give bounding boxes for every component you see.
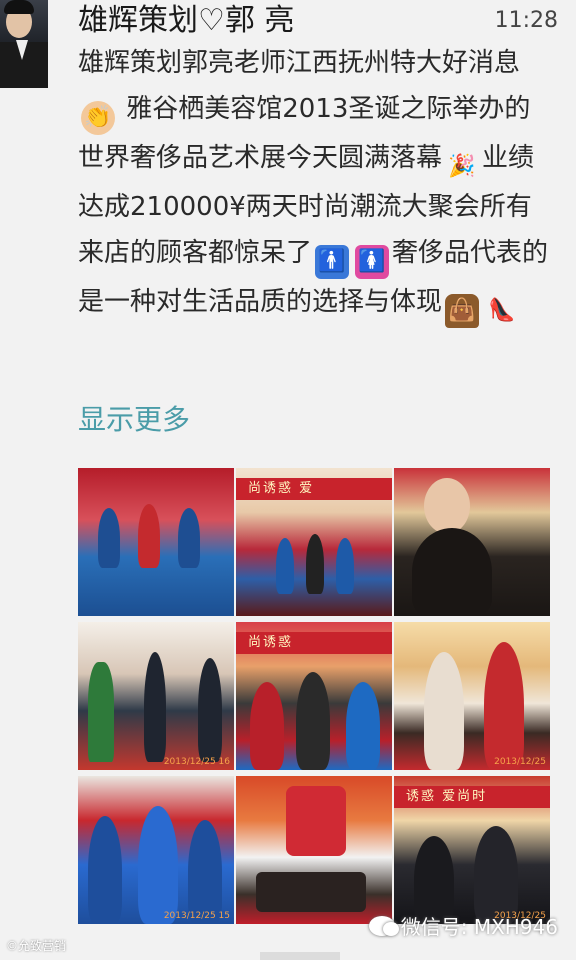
- store-banner: 尚诱惑 爱: [236, 478, 392, 500]
- photo-date-stamp: 2013/12/25 16: [163, 757, 230, 767]
- photo-figure: [256, 872, 366, 912]
- photo-figure: [306, 534, 324, 594]
- photo-8[interactable]: [236, 776, 392, 924]
- photo-figure: [250, 682, 284, 770]
- store-banner-text: 诱惑 爱尚时: [406, 789, 488, 804]
- photo-date-stamp: 2013/12/25: [494, 757, 546, 767]
- party-popper-icon: 🎉: [448, 154, 476, 179]
- photo-figure: [144, 652, 166, 762]
- next-row-partial: [260, 952, 340, 960]
- post-text-part-1: 雄辉策划郭亮老师江西抚州特大好消息: [78, 48, 521, 78]
- store-banner-text: 尚诱惑 爱: [248, 481, 315, 496]
- handbag-icon: 👜: [445, 294, 480, 328]
- photo-grid: 尚诱惑 爱 2013/12/25 16 尚诱惑 2013/12/25 2013/…: [78, 468, 550, 924]
- photo-figure: [188, 820, 222, 924]
- photo-figure: [424, 478, 470, 534]
- photo-figure: [138, 806, 178, 924]
- show-more-link[interactable]: 显示更多: [78, 398, 190, 438]
- store-banner-text: 尚诱惑: [248, 635, 294, 650]
- photo-9[interactable]: 诱惑 爱尚时 2013/12/25: [394, 776, 550, 924]
- photo-figure: [276, 538, 294, 594]
- photo-figure: [98, 508, 120, 568]
- store-banner: 诱惑 爱尚时: [394, 786, 550, 808]
- sender-avatar[interactable]: [0, 0, 48, 88]
- store-banner: 尚诱惑: [236, 632, 392, 654]
- clap-icon: 👏: [81, 101, 115, 135]
- photo-figure: [178, 508, 200, 568]
- photo-figure: [412, 528, 492, 616]
- photo-figure: [424, 652, 464, 770]
- photo-6[interactable]: 2013/12/25: [394, 622, 550, 770]
- photo-figure: [138, 504, 160, 568]
- photo-figure: [474, 826, 518, 924]
- photo-1[interactable]: [78, 468, 234, 616]
- photo-figure: [346, 682, 380, 770]
- photo-figure: [88, 816, 122, 924]
- corner-logo: ©允致营销: [6, 939, 67, 953]
- mens-symbol-icon: 🚹: [315, 245, 350, 279]
- photo-2[interactable]: 尚诱惑 爱: [236, 468, 392, 616]
- post-header: 雄辉策划♡郭 亮 11:28: [78, 2, 558, 42]
- wechat-icon: [368, 915, 399, 936]
- photo-figure: [88, 662, 114, 762]
- photo-date-stamp: 2013/12/25 15: [163, 911, 230, 921]
- photo-figure: [296, 672, 330, 770]
- photo-5[interactable]: 尚诱惑: [236, 622, 392, 770]
- post-text: 雄辉策划郭亮老师江西抚州特大好消息👏 雅谷栖美容馆2013圣诞之际举办的世界奢侈…: [78, 40, 556, 328]
- high-heel-icon: 👠: [488, 298, 516, 323]
- wechat-watermark: 微信号: MXH946: [368, 911, 558, 940]
- photo-figure: [484, 642, 524, 770]
- photo-figure: [336, 538, 354, 594]
- post-time: 11:28: [494, 8, 558, 33]
- womens-symbol-icon: 🚺: [355, 245, 390, 279]
- photo-figure: [198, 658, 222, 762]
- avatar-hair: [4, 0, 34, 14]
- photo-7[interactable]: 2013/12/25 15: [78, 776, 234, 924]
- photo-4[interactable]: 2013/12/25 16: [78, 622, 234, 770]
- photo-3[interactable]: [394, 468, 550, 616]
- photo-figure: [286, 786, 346, 856]
- watermark-text: 微信号: MXH946: [400, 915, 558, 939]
- sender-name[interactable]: 雄辉策划♡郭 亮: [78, 2, 294, 40]
